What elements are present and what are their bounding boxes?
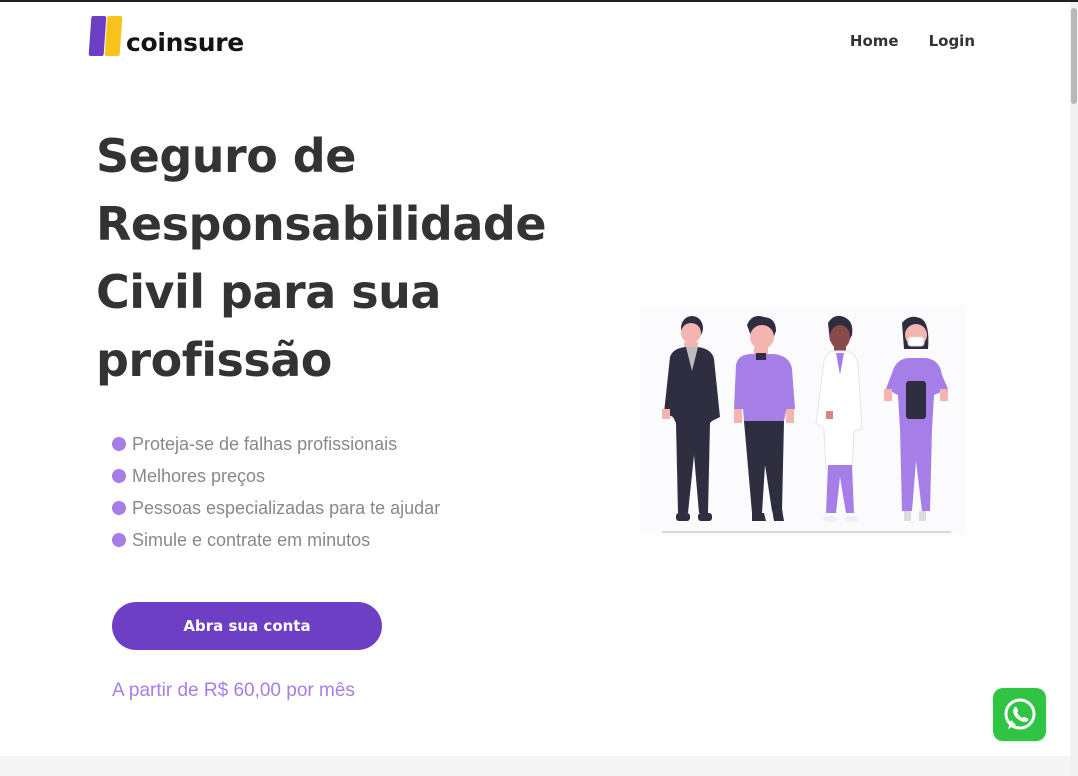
benefit-text: Proteja-se de falhas profissionais	[132, 433, 398, 454]
logo-text: coinsure	[126, 28, 244, 57]
benefit-item: Melhores preços	[112, 460, 440, 492]
professionals-illustration	[640, 305, 966, 535]
benefit-item: Pessoas especializadas para te ajudar	[112, 492, 440, 524]
nav-home-link[interactable]: Home	[850, 32, 899, 50]
benefit-item: Proteja-se de falhas profissionais	[112, 428, 440, 460]
person-purple-shirt-figure	[734, 316, 795, 521]
bullet-dot-icon	[112, 501, 126, 515]
main-nav: Home Login	[850, 32, 975, 50]
logo[interactable]: coinsure	[88, 16, 244, 58]
bullet-dot-icon	[112, 469, 126, 483]
benefit-text: Melhores preços	[132, 465, 266, 486]
benefits-list: Proteja-se de falhas profissionais Melho…	[112, 428, 440, 556]
whatsapp-button[interactable]	[993, 688, 1046, 741]
site-header: coinsure Home Login	[0, 2, 1070, 78]
bullet-dot-icon	[112, 437, 126, 451]
nav-login-link[interactable]: Login	[929, 32, 975, 50]
person-doctor-figure	[815, 315, 863, 522]
benefit-text: Simule e contrate em minutos	[132, 529, 371, 550]
logo-mark-icon	[88, 16, 123, 58]
scrollbar-thumb[interactable]	[1071, 8, 1077, 104]
hero-title: Seguro de Responsabilidade Civil para su…	[96, 129, 547, 387]
price-text: A partir de R$ 60,00 por mês	[112, 680, 355, 701]
benefit-item: Simule e contrate em minutos	[112, 524, 440, 556]
footer-strip	[0, 756, 1070, 776]
page-scrollbar[interactable]	[1070, 2, 1078, 776]
benefit-text: Pessoas especializadas para te ajudar	[132, 497, 441, 518]
whatsapp-icon	[1004, 698, 1035, 729]
open-account-button[interactable]: Abra sua conta	[112, 602, 382, 650]
professionals-illustration-svg	[662, 315, 951, 533]
person-nurse-figure	[884, 316, 948, 521]
person-suit-figure	[662, 316, 720, 521]
bullet-dot-icon	[112, 533, 126, 547]
